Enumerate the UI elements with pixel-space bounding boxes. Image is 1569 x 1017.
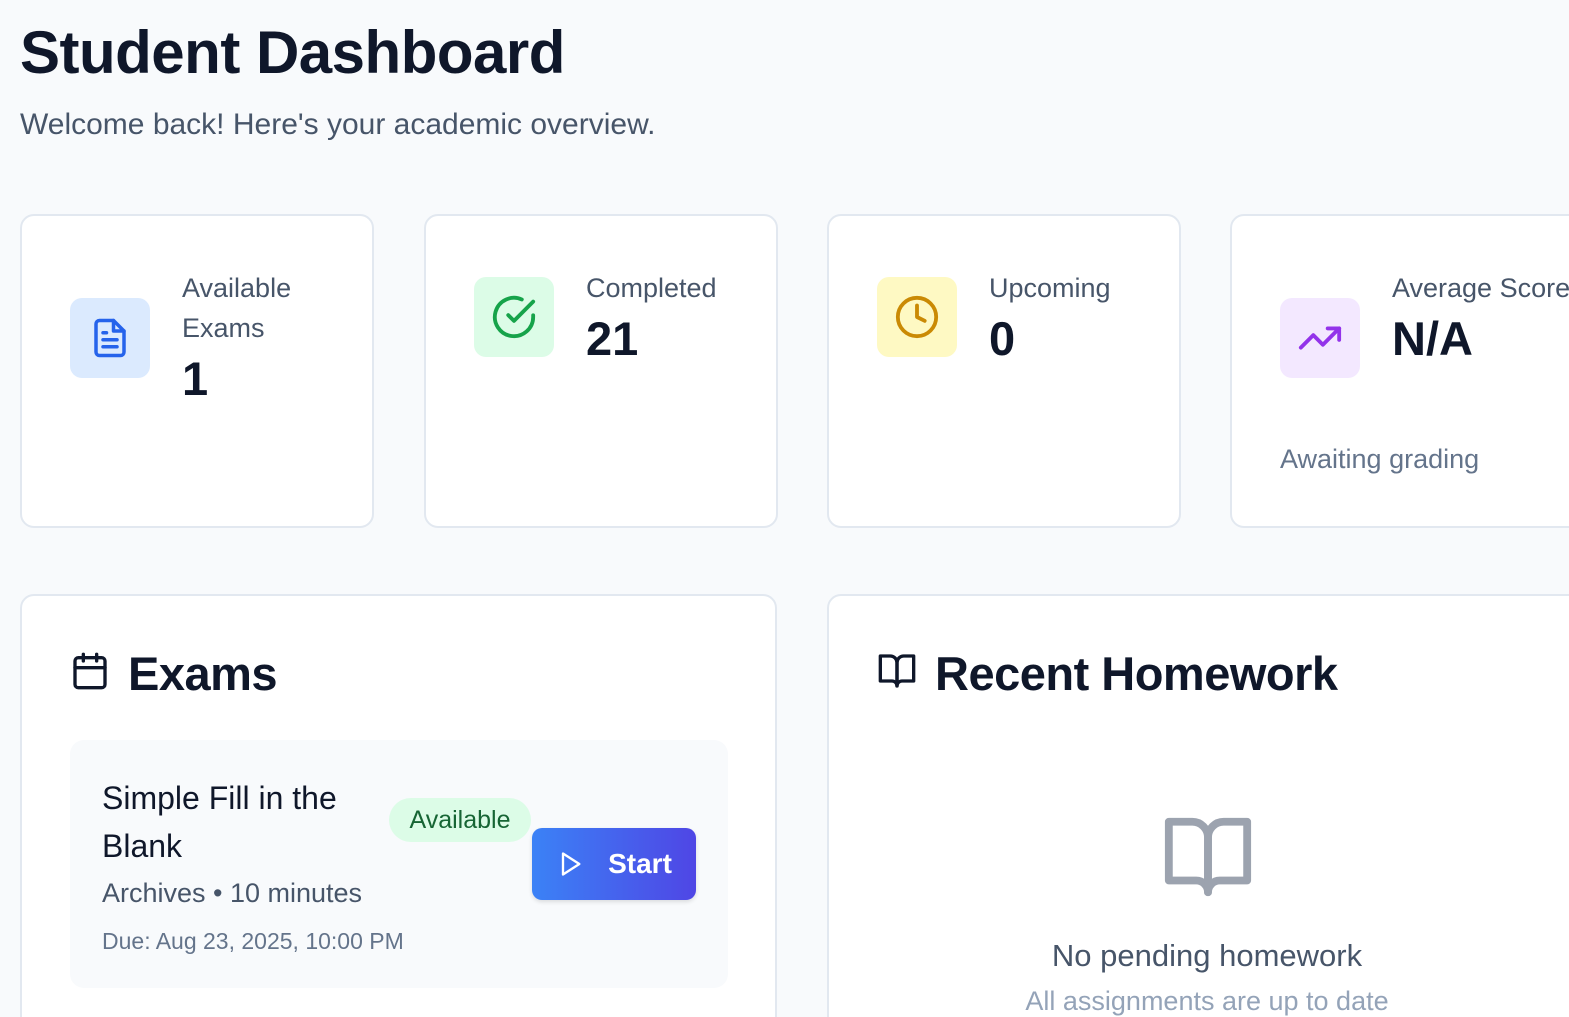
exam-item: Simple Fill in the Blank Available Start…	[70, 740, 728, 988]
clock-icon	[877, 277, 957, 357]
stat-label: Upcoming	[989, 273, 1111, 303]
document-icon	[70, 298, 150, 378]
exam-meta: Archives • 10 minutes	[102, 878, 363, 908]
stat-note: Awaiting grading	[1280, 444, 1480, 474]
section-header: Recent Homework	[877, 646, 1338, 701]
exam-title: Simple Fill in the Blank	[102, 780, 337, 864]
stat-value: 1	[182, 352, 209, 405]
page-subtitle: Welcome back! Here's your academic overv…	[20, 108, 656, 141]
check-circle-icon	[474, 277, 554, 357]
empty-book-icon	[1161, 810, 1255, 909]
stat-text: Available Exams 1	[182, 268, 362, 410]
status-badge: Available	[389, 798, 531, 842]
section-title: Exams	[128, 647, 278, 700]
stat-card-available-exams: Available Exams 1	[20, 214, 374, 528]
start-exam-button[interactable]: Start	[532, 828, 696, 900]
dashboard-page: Student Dashboard Welcome back! Here's y…	[0, 0, 1569, 1017]
stat-value: 21	[586, 312, 639, 365]
homework-section: Recent Homework No pending homework All …	[827, 594, 1569, 1017]
empty-state-title: No pending homework	[1051, 938, 1363, 973]
exams-section: Exams Simple Fill in the Blank Available…	[20, 594, 777, 1017]
stat-label: Available Exams	[182, 273, 292, 343]
stat-card-completed: Completed 21	[424, 214, 778, 528]
play-icon	[561, 852, 581, 876]
stat-text: Average Score N/A	[1392, 268, 1569, 370]
stat-card-upcoming: Upcoming 0	[827, 214, 1181, 528]
calendar-icon	[70, 651, 110, 696]
stat-value: 0	[989, 312, 1016, 365]
stat-label: Completed	[586, 273, 717, 303]
book-open-icon	[877, 651, 917, 696]
stat-text: Upcoming 0	[989, 268, 1169, 370]
trending-up-icon	[1280, 298, 1360, 378]
section-header: Exams	[70, 646, 278, 701]
stat-text: Completed 21	[586, 268, 766, 370]
exam-due-date: Due: Aug 23, 2025, 10:00 PM	[102, 928, 404, 954]
section-title: Recent Homework	[935, 647, 1338, 700]
stat-card-average-score: Average Score N/A Awaiting grading	[1230, 214, 1569, 528]
page-title: Student Dashboard	[20, 19, 565, 86]
empty-state-subtitle: All assignments are up to date	[1025, 986, 1389, 1016]
start-button-label: Start	[608, 848, 672, 879]
stat-value: N/A	[1392, 312, 1473, 365]
stat-label: Average Score	[1392, 273, 1569, 303]
